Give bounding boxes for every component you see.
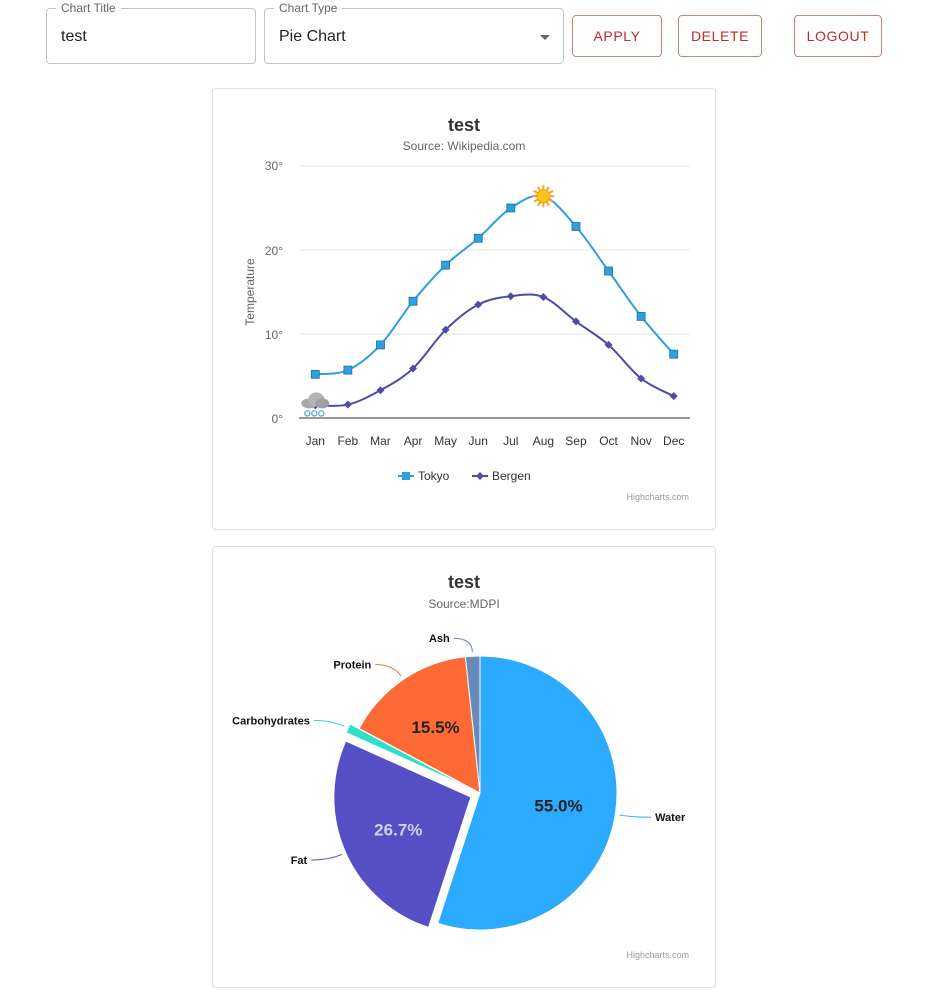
bergen-point[interactable] bbox=[506, 292, 515, 301]
logout-button[interactable]: LOGOUT bbox=[794, 15, 882, 57]
y-tick-10: 10° bbox=[265, 328, 283, 342]
snowflake bbox=[311, 410, 318, 417]
legend-marker bbox=[402, 472, 410, 480]
chart-title: test bbox=[448, 572, 480, 592]
x-tick-label: Oct bbox=[599, 434, 618, 448]
cloud-part bbox=[315, 398, 330, 409]
x-tick-label: Apr bbox=[404, 434, 423, 448]
chart-title-field[interactable]: Chart Title test bbox=[46, 1, 256, 64]
legend-label: Tokyo bbox=[418, 469, 450, 483]
x-tick-label: May bbox=[434, 434, 457, 448]
chart-type-value[interactable]: Pie Chart bbox=[279, 28, 346, 46]
pie-label-water: Water bbox=[655, 812, 686, 824]
x-tick-label: Mar bbox=[370, 434, 391, 448]
legend-label: Bergen bbox=[492, 469, 531, 483]
pie-chart: test Source:MDPI 55.0% Water 26.7% Fat Carbo… bbox=[232, 572, 689, 960]
chart-type-label: Chart Type bbox=[274, 1, 343, 15]
sun-icon bbox=[532, 185, 555, 208]
chart-subtitle: Source:MDPI bbox=[428, 597, 499, 611]
tokyo-point[interactable] bbox=[506, 203, 516, 213]
tokyo-point[interactable] bbox=[408, 296, 418, 306]
tokyo-point[interactable] bbox=[636, 311, 646, 321]
x-tick-label: Feb bbox=[338, 434, 359, 448]
apply-button[interactable]: APPLY bbox=[572, 15, 662, 57]
chart-title-label: Chart Title bbox=[56, 1, 121, 15]
chart-title-input[interactable]: test bbox=[61, 28, 87, 46]
pie-label-protein: Protein bbox=[333, 660, 371, 672]
bergen-point[interactable] bbox=[474, 300, 483, 309]
tokyo-point[interactable] bbox=[604, 266, 613, 276]
bergen-series-line bbox=[315, 293, 675, 407]
tokyo-point[interactable] bbox=[473, 233, 483, 243]
chart-subtitle: Source: Wikipedia.com bbox=[403, 139, 526, 153]
pie-percent-water: 55.0% bbox=[534, 796, 582, 815]
snow-cloud-icon bbox=[301, 392, 330, 417]
sun-disc bbox=[536, 189, 551, 204]
tokyo-point[interactable] bbox=[343, 365, 353, 375]
chart-credit[interactable]: Highcharts.com bbox=[626, 492, 689, 502]
x-tick-label: Aug bbox=[533, 434, 554, 448]
snowflake bbox=[318, 410, 325, 417]
tokyo-point[interactable] bbox=[441, 260, 451, 270]
y-tick-0: 0° bbox=[272, 412, 284, 426]
tokyo-point[interactable] bbox=[310, 369, 320, 379]
x-tick-label: Jul bbox=[503, 434, 518, 448]
legend-item-bergen[interactable]: Bergen bbox=[472, 469, 531, 483]
y-axis-label: Temperature bbox=[243, 258, 257, 326]
chart-type-select[interactable]: Chart Type Pie Chart bbox=[264, 1, 564, 64]
bergen-point[interactable] bbox=[343, 400, 352, 409]
pie-connector-water bbox=[619, 814, 652, 818]
tokyo-point[interactable] bbox=[669, 349, 679, 359]
x-tick-label: Jan bbox=[306, 434, 325, 448]
legend-item-tokyo[interactable]: Tokyo bbox=[398, 469, 450, 483]
snowflake bbox=[304, 410, 311, 417]
pie-percent-fat: 26.7% bbox=[374, 820, 422, 839]
pie-connector-ash bbox=[453, 637, 473, 653]
chevron-down-icon[interactable] bbox=[540, 35, 550, 40]
bergen-point[interactable] bbox=[539, 293, 548, 302]
line-chart: test Source: Wikipedia.com Temperature 3… bbox=[243, 115, 690, 502]
pie-label-ash: Ash bbox=[429, 633, 450, 645]
bergen-point[interactable] bbox=[376, 386, 385, 395]
y-tick-30: 30° bbox=[265, 159, 283, 173]
bergen-point[interactable] bbox=[669, 392, 678, 401]
pie-label-fat: Fat bbox=[291, 855, 308, 867]
tokyo-point[interactable] bbox=[571, 222, 581, 231]
tokyo-series-line bbox=[315, 194, 675, 376]
legend-marker bbox=[476, 472, 484, 480]
pie-chart-card: test Source:MDPI 55.0% Water 26.7% Fat Carbo… bbox=[212, 546, 716, 988]
chart-credit[interactable]: Highcharts.com bbox=[626, 950, 689, 960]
pie-connector-fat bbox=[311, 853, 343, 861]
x-tick-label: Nov bbox=[630, 434, 651, 448]
pie-connector-carbohydrates bbox=[313, 719, 345, 728]
tokyo-point[interactable] bbox=[376, 340, 385, 350]
pie-percent-protein: 15.5% bbox=[411, 718, 459, 737]
x-tick-label: Dec bbox=[663, 434, 684, 448]
pie-label-carbohydrates: Carbohydrates bbox=[232, 715, 310, 727]
x-tick-label: Sep bbox=[565, 434, 587, 448]
x-tick-label: Jun bbox=[469, 434, 488, 448]
chart-title: test bbox=[448, 115, 480, 135]
line-chart-card: test Source: Wikipedia.com Temperature 3… bbox=[212, 88, 716, 530]
y-tick-20: 20° bbox=[265, 244, 283, 258]
pie-connector-protein bbox=[375, 664, 402, 677]
delete-button[interactable]: DELETE bbox=[678, 15, 762, 57]
